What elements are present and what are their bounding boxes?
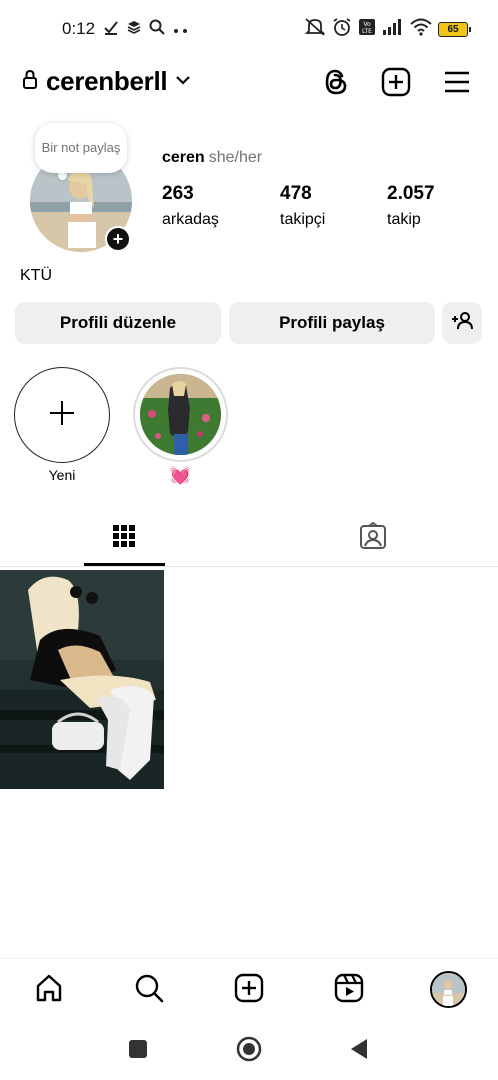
stat-label: arkadaş <box>162 211 219 228</box>
add-story-badge[interactable]: + <box>105 226 131 252</box>
svg-text:LTE: LTE <box>362 28 372 35</box>
grid-icon <box>112 524 136 553</box>
stat-value: 2.057 <box>387 183 435 204</box>
status-right: Vo LTE 65 <box>304 17 471 42</box>
alarm-icon <box>332 17 352 42</box>
story-highlight[interactable] <box>133 367 228 462</box>
add-post-icon[interactable] <box>380 66 412 98</box>
story-highlight-thumbnail <box>140 374 221 455</box>
signal-icon <box>382 18 404 41</box>
more-dots-icon <box>173 19 189 39</box>
profile-header: cerenberll <box>0 60 498 106</box>
account-switcher[interactable]: cerenberll <box>22 66 191 97</box>
stat-value: 263 <box>162 183 194 204</box>
bio-text: KTÜ <box>20 267 52 284</box>
volte-icon: Vo LTE <box>358 18 376 41</box>
mute-icon <box>304 17 326 42</box>
name-line: ceren she/her <box>162 149 262 167</box>
display-name: ceren <box>162 149 205 166</box>
nav-profile-avatar[interactable] <box>430 971 467 1008</box>
wifi-icon <box>410 18 432 41</box>
lock-icon <box>22 69 38 94</box>
tab-posts[interactable] <box>104 518 144 558</box>
tab-tagged[interactable] <box>353 518 393 558</box>
circle-icon <box>236 1036 262 1067</box>
home-icon <box>34 973 64 1008</box>
app-root: 0:12 Vo LTE 65 cerenberll + Bir not payl… <box>0 0 498 1080</box>
status-left: 0:12 <box>62 18 189 40</box>
stat-followers[interactable]: 478 takipçi <box>280 183 325 229</box>
search-icon <box>134 973 164 1008</box>
stat-label: takipçi <box>280 211 326 228</box>
stat-friends[interactable]: 263 arkadaş <box>162 183 219 229</box>
home-system-button[interactable] <box>235 1036 263 1067</box>
new-highlight-button[interactable] <box>14 367 110 463</box>
back-button[interactable] <box>345 1037 373 1065</box>
tab-divider <box>0 566 498 567</box>
create-icon <box>234 973 264 1008</box>
discover-people-button[interactable] <box>442 302 482 344</box>
nav-reels[interactable] <box>332 973 366 1007</box>
tagged-icon <box>359 521 387 555</box>
menu-icon[interactable] <box>441 66 473 98</box>
stat-value: 478 <box>280 183 312 204</box>
nav-create[interactable] <box>232 973 266 1007</box>
pronouns: she/her <box>208 149 263 166</box>
reels-icon <box>334 973 364 1008</box>
chevron-down-icon <box>175 73 191 91</box>
bottom-navigation <box>0 958 498 1022</box>
story-highlight-label: 💓 <box>169 466 192 485</box>
add-person-icon <box>450 311 474 336</box>
note-text: Bir not paylaş <box>41 140 121 155</box>
battery-icon: 65 <box>438 21 471 37</box>
square-icon <box>128 1039 148 1064</box>
recents-button[interactable] <box>124 1037 152 1065</box>
stack-icon <box>127 19 141 39</box>
note-bubble[interactable]: Bir not paylaş <box>35 123 127 173</box>
system-navigation-bar <box>0 1022 498 1080</box>
status-bar: 0:12 Vo LTE 65 <box>0 0 498 58</box>
svg-text:Vo: Vo <box>363 21 371 28</box>
search-icon <box>149 19 165 40</box>
stat-following[interactable]: 2.057 takip <box>387 183 435 229</box>
post-thumbnail[interactable] <box>0 570 164 789</box>
nav-search[interactable] <box>132 973 166 1007</box>
status-time: 0:12 <box>62 19 96 38</box>
plus-icon <box>49 400 75 431</box>
username: cerenberll <box>46 66 168 96</box>
edit-profile-button[interactable]: Profili düzenle <box>15 302 221 344</box>
threads-icon[interactable] <box>320 66 352 98</box>
nav-home[interactable] <box>32 973 66 1007</box>
stat-label: takip <box>387 211 421 228</box>
share-profile-button[interactable]: Profili paylaş <box>229 302 435 344</box>
new-highlight-label: Yeni <box>48 467 76 483</box>
checkmark-download-icon <box>103 19 119 40</box>
back-triangle-icon <box>349 1038 369 1065</box>
